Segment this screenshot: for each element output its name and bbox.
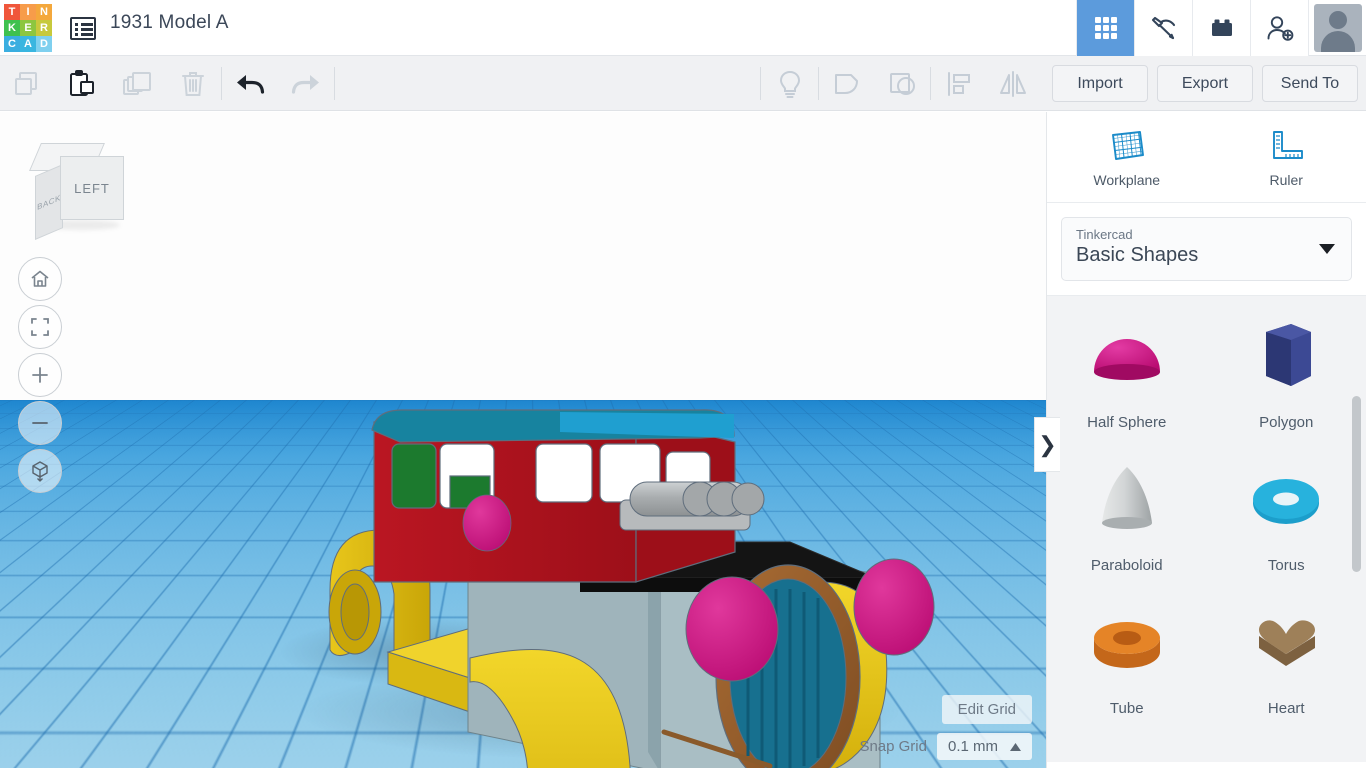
page-title[interactable]: 1931 Model A [110, 12, 229, 34]
top-bar: T I N K E R C A D 1931 Model A [0, 0, 1366, 56]
tinkercad-logo[interactable]: T I N K E R C A D [4, 4, 52, 52]
shape-tube[interactable]: Tube [1047, 604, 1207, 717]
chevron-down-icon [1319, 244, 1335, 254]
shape-label: Heart [1268, 700, 1305, 717]
car-model-1931-model-a[interactable] [0, 112, 1046, 768]
view-cube-back-face[interactable]: BACK [35, 164, 63, 240]
shape-label: Polygon [1259, 414, 1313, 431]
shape-torus[interactable]: Torus [1207, 461, 1366, 574]
shape-library-select[interactable]: Tinkercad Basic Shapes [1061, 217, 1352, 281]
lightbulb-hint-icon[interactable] [763, 56, 817, 111]
lego-brick-icon[interactable] [1192, 0, 1250, 56]
fit-to-view-button[interactable] [18, 305, 62, 349]
zoom-in-button[interactable] [18, 353, 62, 397]
mirror-icon[interactable] [986, 56, 1040, 111]
library-value: Basic Shapes [1076, 244, 1337, 267]
send-to-button[interactable]: Send To [1262, 65, 1358, 102]
import-button[interactable]: Import [1052, 65, 1148, 102]
shapes-list[interactable]: Half Sphere Polygon [1047, 296, 1366, 762]
copy-icon[interactable] [0, 56, 54, 111]
shape-paraboloid[interactable]: Paraboloid [1047, 461, 1207, 574]
workplane-grid-icon [1107, 127, 1147, 165]
shape-label: Torus [1268, 557, 1305, 574]
undo-icon[interactable] [224, 56, 278, 111]
file-actions: Import Export Send To [1052, 65, 1358, 102]
top-bar-actions [1076, 0, 1366, 56]
zoom-out-button[interactable] [18, 401, 62, 445]
logo-tile: D [36, 36, 52, 52]
ungroup-icon[interactable] [876, 56, 930, 111]
pickaxe-icon[interactable] [1134, 0, 1192, 56]
home-view-button[interactable] [18, 257, 62, 301]
shapes-panel: Workplane Ruler Tinkercad Basic Shapes [1046, 112, 1366, 768]
logo-tile: C [4, 36, 20, 52]
ruler-icon [1266, 127, 1306, 165]
logo-tile: A [20, 36, 36, 52]
perspective-toggle-button[interactable] [18, 449, 62, 493]
logo-tile: E [20, 20, 36, 36]
tinkercad-app: T I N K E R C A D 1931 Model A [0, 0, 1366, 768]
duplicate-icon[interactable] [111, 56, 165, 111]
edit-toolbar: Import Export Send To [0, 56, 1366, 111]
ruler-tool[interactable]: Ruler [1207, 112, 1366, 202]
align-icon[interactable] [932, 56, 986, 111]
tube-thumb [1082, 604, 1172, 686]
polygon-thumb [1241, 318, 1331, 400]
snap-grid-label: Snap Grid [859, 738, 927, 755]
shape-label: Tube [1110, 700, 1144, 717]
half-sphere-thumb [1082, 318, 1172, 400]
grid-controls: Edit Grid Snap Grid 0.1 mm [859, 695, 1032, 760]
library-kicker: Tinkercad [1076, 227, 1337, 242]
shape-heart[interactable]: Heart [1207, 604, 1366, 717]
engine-block [620, 482, 764, 530]
workplane-tool[interactable]: Workplane [1047, 112, 1207, 202]
snap-grid-select[interactable]: 0.1 mm [937, 733, 1032, 760]
group-icon[interactable] [820, 56, 874, 111]
design-viewport[interactable]: BACK LEFT [0, 112, 1046, 768]
list-menu-icon[interactable] [66, 11, 100, 45]
paste-icon[interactable] [55, 56, 109, 111]
panel-collapse-toggle[interactable]: ❯ [1034, 417, 1060, 472]
add-user-icon[interactable] [1250, 0, 1308, 56]
edit-grid-button[interactable]: Edit Grid [942, 695, 1032, 724]
caret-up-icon [1010, 743, 1021, 751]
avatar-image [1314, 4, 1362, 52]
ruler-tool-label: Ruler [1270, 172, 1303, 188]
logo-tile: R [36, 20, 52, 36]
user-avatar[interactable] [1308, 0, 1366, 56]
panel-tools: Workplane Ruler [1047, 112, 1366, 203]
shape-label: Paraboloid [1091, 557, 1163, 574]
workplane-tool-label: Workplane [1093, 172, 1160, 188]
logo-tile: T [4, 4, 20, 20]
shape-label: Half Sphere [1087, 414, 1166, 431]
heart-thumb [1241, 604, 1331, 686]
paraboloid-thumb [1082, 461, 1172, 543]
grid-workspace-icon[interactable] [1076, 0, 1134, 56]
shape-half-sphere[interactable]: Half Sphere [1047, 318, 1207, 431]
snap-grid-value: 0.1 mm [948, 738, 998, 755]
logo-tile: N [36, 4, 52, 20]
shape-polygon[interactable]: Polygon [1207, 318, 1366, 431]
shapes-scrollbar[interactable] [1352, 396, 1361, 572]
torus-thumb [1241, 461, 1331, 543]
delete-icon[interactable] [166, 56, 220, 111]
redo-icon[interactable] [278, 56, 332, 111]
export-button[interactable]: Export [1157, 65, 1253, 102]
logo-tile: K [4, 20, 20, 36]
view-cube-left-face[interactable]: LEFT [60, 156, 124, 220]
view-orientation-cube[interactable]: BACK LEFT [32, 144, 124, 232]
logo-tile: I [20, 4, 36, 20]
